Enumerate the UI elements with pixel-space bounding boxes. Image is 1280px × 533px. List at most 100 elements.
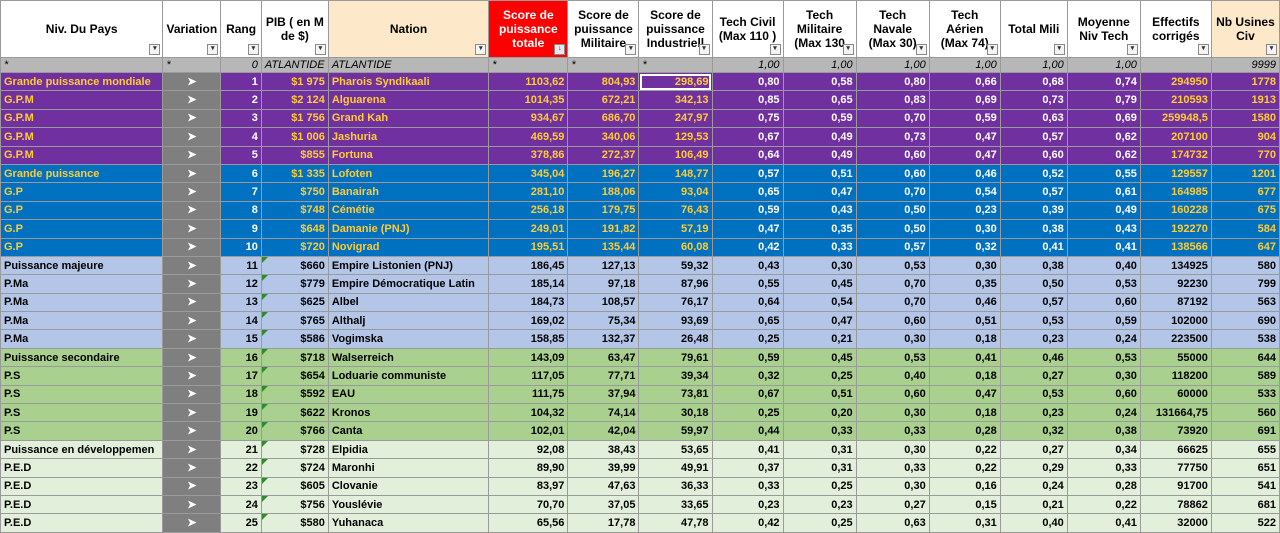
variation-arrow-icon[interactable]: ➤ [162,200,222,221]
cell-nation[interactable]: EAU [327,384,490,405]
cell-tot[interactable]: 102,01 [488,421,569,441]
cell-rang[interactable]: 11 [220,255,262,276]
cell-tot[interactable]: 111,75 [488,384,569,405]
cell-nation[interactable]: Banairah [327,182,490,202]
cell-tot[interactable]: 143,09 [488,347,569,368]
cell-eff[interactable]: 102000 [1139,311,1212,331]
cell-rang[interactable]: 19 [220,403,262,423]
cell-niv[interactable]: G.P.M [0,108,164,129]
cell-pib[interactable]: $1 975 [260,71,329,92]
cell-moy[interactable]: 0,74 [1066,71,1141,92]
cell-mil[interactable]: 77,71 [567,366,640,386]
filter-dropdown-icon[interactable]: ▾ [986,44,998,55]
cell-tot[interactable]: 256,18 [488,200,569,221]
cell-pib[interactable]: $605 [260,476,329,496]
variation-arrow-icon[interactable]: ➤ [162,329,222,349]
cell-niv[interactable]: P.E.D [0,513,164,533]
cell-niv[interactable]: G.P [0,200,164,221]
cell-tm[interactable]: 0,25 [782,476,857,496]
cell-tc[interactable]: 0,67 [711,384,784,405]
cell-mil[interactable]: 47,63 [567,476,640,496]
cell-eff[interactable]: 294950 [1139,71,1212,92]
cell-tc[interactable]: 0,42 [711,513,784,533]
cell-nation[interactable]: Pharois Syndikaali [327,71,490,92]
filter-cell[interactable]: 0 [220,57,262,73]
cell-tn[interactable]: 0,60 [855,311,930,331]
cell-pib[interactable]: $592 [260,384,329,405]
cell-tmili[interactable]: 0,41 [999,237,1068,257]
cell-tm[interactable]: 0,45 [782,347,857,368]
cell-tmili[interactable]: 0,23 [999,403,1068,423]
cell-rang[interactable]: 20 [220,421,262,441]
variation-arrow-icon[interactable]: ➤ [162,182,222,202]
cell-tot[interactable]: 1103,62 [488,71,569,92]
cell-ind[interactable]: 247,97 [638,108,713,129]
cell-usi[interactable]: 690 [1210,311,1280,331]
variation-arrow-icon[interactable]: ➤ [162,71,222,92]
cell-mil[interactable]: 17,78 [567,513,640,533]
cell-moy[interactable]: 0,33 [1066,458,1141,478]
column-header[interactable]: Variation ▾ [162,0,222,58]
cell-tn[interactable]: 0,53 [855,347,930,368]
filter-cell[interactable] [1139,57,1212,73]
filter-cell[interactable]: 1,00 [855,57,930,73]
cell-ind[interactable]: 39,34 [638,366,713,386]
cell-tc[interactable]: 0,55 [711,274,784,294]
cell-tc[interactable]: 0,42 [711,237,784,257]
filter-dropdown-icon[interactable]: ▾ [1053,44,1065,55]
cell-rang[interactable]: 5 [220,145,262,165]
cell-tmili[interactable]: 0,57 [999,127,1068,147]
column-header[interactable]: Tech Aérien (Max 74) ▾ [928,0,1001,58]
cell-moy[interactable]: 0,61 [1066,182,1141,202]
cell-tn[interactable]: 0,60 [855,384,930,405]
cell-tm[interactable]: 0,31 [782,439,857,460]
cell-nation[interactable]: Alguarena [327,90,490,110]
cell-tn[interactable]: 0,53 [855,255,930,276]
cell-tn[interactable]: 0,50 [855,219,930,239]
cell-pib[interactable]: $765 [260,311,329,331]
cell-tot[interactable]: 186,45 [488,255,569,276]
cell-tmili[interactable]: 0,52 [999,163,1068,184]
cell-pib[interactable]: $654 [260,366,329,386]
cell-mil[interactable]: 97,18 [567,274,640,294]
cell-eff[interactable]: 92230 [1139,274,1212,294]
cell-tn[interactable]: 0,30 [855,476,930,496]
cell-tm[interactable]: 0,33 [782,237,857,257]
cell-usi[interactable]: 538 [1210,329,1280,349]
cell-moy[interactable]: 0,55 [1066,163,1141,184]
cell-moy[interactable]: 0,49 [1066,200,1141,221]
cell-tc[interactable]: 0,44 [711,421,784,441]
cell-tc[interactable]: 0,41 [711,439,784,460]
variation-arrow-icon[interactable]: ➤ [162,439,222,460]
cell-ind[interactable]: 129,53 [638,127,713,147]
cell-tot[interactable]: 158,85 [488,329,569,349]
cell-mil[interactable]: 179,75 [567,200,640,221]
cell-mil[interactable]: 42,04 [567,421,640,441]
cell-tot[interactable]: 92,08 [488,439,569,460]
column-header[interactable]: Nation ▾ [327,0,490,58]
cell-rang[interactable]: 14 [220,311,262,331]
cell-rang[interactable]: 25 [220,513,262,533]
cell-tc[interactable]: 0,43 [711,255,784,276]
cell-ind[interactable]: 298,69 [638,71,713,92]
filter-dropdown-icon[interactable]: ▾ [207,44,219,55]
cell-nation[interactable]: Albel [327,292,490,313]
cell-rang[interactable]: 12 [220,274,262,294]
cell-tot[interactable]: 281,10 [488,182,569,202]
cell-eff[interactable]: 131664,75 [1139,403,1212,423]
cell-rang[interactable]: 6 [220,163,262,184]
cell-nation[interactable]: Clovanie [327,476,490,496]
cell-mil[interactable]: 135,44 [567,237,640,257]
cell-niv[interactable]: Grande puissance [0,163,164,184]
column-header[interactable]: Score de puissance Militaire ▾ [567,0,640,58]
cell-usi[interactable]: 799 [1210,274,1280,294]
cell-mil[interactable]: 39,99 [567,458,640,478]
cell-eff[interactable]: 192270 [1139,219,1212,239]
cell-mil[interactable]: 75,34 [567,311,640,331]
cell-rang[interactable]: 15 [220,329,262,349]
cell-nation[interactable]: Grand Kah [327,108,490,129]
filter-dropdown-icon[interactable]: ▾ [1126,44,1138,55]
cell-usi[interactable]: 563 [1210,292,1280,313]
cell-tn[interactable]: 0,60 [855,163,930,184]
cell-nation[interactable]: Elpidia [327,439,490,460]
